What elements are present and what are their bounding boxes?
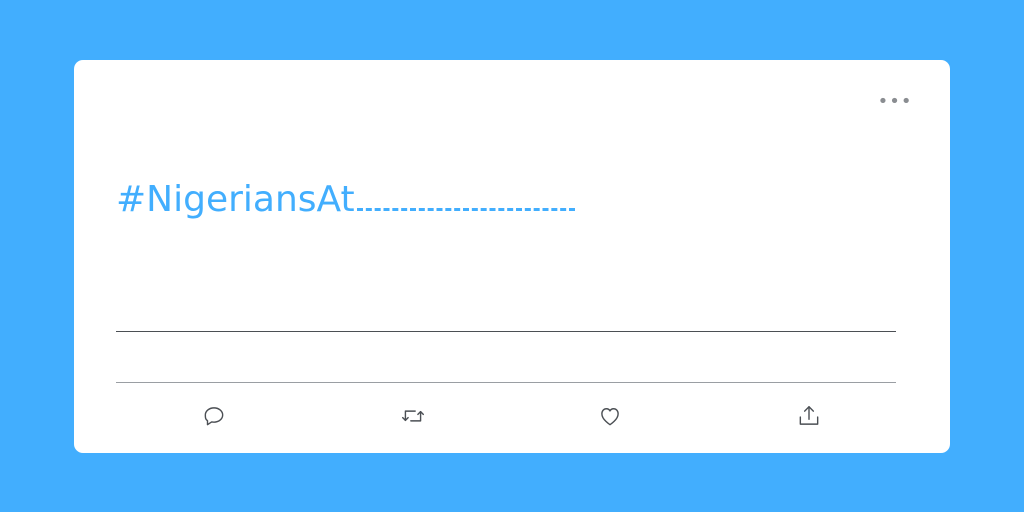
share-icon	[799, 406, 819, 425]
tweet-actions	[116, 395, 896, 437]
reply-button[interactable]	[197, 399, 231, 433]
heart-icon	[601, 408, 619, 426]
divider-bottom	[116, 382, 896, 383]
fill-in-blank	[356, 206, 575, 211]
share-button[interactable]	[792, 399, 826, 433]
tweet-card: ••• #NigeriansAt	[74, 60, 950, 453]
tweet-text: #NigeriansAt	[116, 172, 575, 228]
more-options-button[interactable]: •••	[877, 90, 913, 114]
reply-icon	[204, 407, 224, 426]
retweet-icon	[402, 410, 424, 422]
like-button[interactable]	[593, 399, 627, 433]
retweet-button[interactable]	[396, 399, 430, 433]
divider-top	[116, 331, 896, 332]
hashtag-link[interactable]: #NigeriansAt	[116, 179, 355, 220]
more-options-icon: •••	[877, 91, 913, 112]
